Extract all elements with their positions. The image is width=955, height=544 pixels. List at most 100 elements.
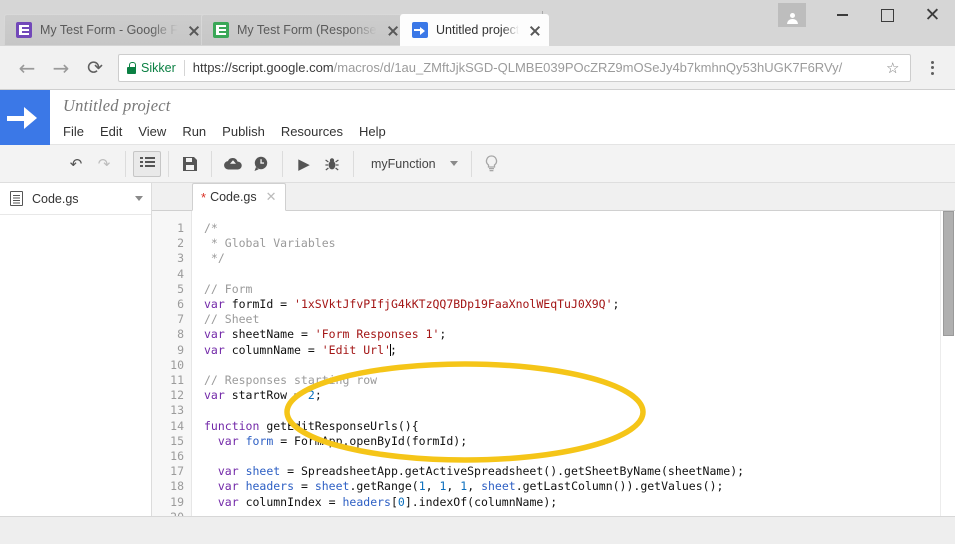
code-token: sheet [314, 479, 350, 494]
line-number: 14 [170, 418, 184, 433]
editor-vertical-scrollbar[interactable] [940, 211, 955, 544]
code-token: ; [439, 327, 447, 342]
code-line: // Responses starting row [204, 373, 955, 388]
reload-icon[interactable]: ⟳ [78, 51, 112, 85]
omnibox-divider [183, 59, 185, 76]
redo-icon[interactable]: ↷ [90, 151, 118, 177]
code-line: var form = FormApp.openById(formId); [204, 434, 955, 449]
apps-script-toolbar: ↶ ↷ ▶ myFunction [0, 145, 955, 183]
unsaved-indicator: * [201, 189, 207, 205]
url-path: /macros/d/1au_ZMftJjkSGD-QLMBE039POcZRZ9… [333, 60, 843, 75]
profile-avatar-icon[interactable] [778, 3, 806, 27]
code-line: var startRow = 2; [204, 388, 955, 403]
apps-script-icon [412, 22, 428, 38]
window-minimize-button[interactable] [820, 0, 865, 30]
chevron-down-icon[interactable] [135, 196, 143, 201]
code-token: '1xSVktJfvPIfjG4kKTzQQ7BDp19FaaXnolWEqTu… [294, 297, 613, 312]
menu-item-edit[interactable]: Edit [100, 122, 131, 141]
browser-tab-1[interactable]: My Test Form (Responses [201, 14, 407, 46]
bookmark-star-icon[interactable]: ☆ [886, 59, 902, 77]
status-strip [0, 516, 955, 544]
code-line: /* [204, 221, 955, 236]
cloud-icon[interactable] [219, 151, 247, 177]
tab-close-icon[interactable] [527, 22, 543, 38]
code-token: = [294, 479, 315, 494]
line-number: 1 [177, 221, 184, 235]
chrome-menu-icon[interactable] [919, 53, 945, 83]
line-number: 7 [177, 312, 184, 327]
browser-tab-2[interactable]: Untitled project [400, 14, 550, 46]
menu-item-help[interactable]: Help [359, 122, 395, 141]
window-controls: ✕ [778, 0, 955, 30]
menu-item-file[interactable]: File [63, 122, 93, 141]
bug-icon[interactable] [318, 151, 346, 177]
window-maximize-button[interactable] [865, 0, 910, 30]
apps-script-page: Untitled project File Edit View Run Publ… [0, 90, 955, 544]
code-token: columnIndex = [238, 494, 343, 509]
page-title[interactable]: Untitled project [63, 96, 402, 116]
sidebar-item-code-gs[interactable]: Code.gs [0, 183, 151, 215]
url-text: https://script.google.com/macros/d/1au_Z… [193, 60, 880, 75]
code-token: var [204, 297, 225, 312]
editor-tab-code-gs[interactable]: * Code.gs ✕ [192, 183, 286, 211]
code-token: 'Edit Url' [321, 342, 391, 357]
code-line: var columnIndex = headers[0].indexOf(col… [204, 495, 955, 510]
browser-tab-title: My Test Form - Google F [40, 23, 178, 37]
close-icon[interactable]: ✕ [266, 190, 277, 205]
browser-tab-0[interactable]: My Test Form - Google F [4, 14, 208, 46]
code-line: // Form [204, 282, 955, 297]
menu-item-resources[interactable]: Resources [281, 122, 352, 141]
tab-close-icon[interactable] [186, 22, 202, 38]
forward-icon[interactable]: → [44, 51, 78, 85]
menu-item-view[interactable]: View [138, 122, 175, 141]
menu-item-publish[interactable]: Publish [222, 122, 274, 141]
code-token: = FormApp.openById(formId); [273, 433, 468, 448]
code-line: * Global Variables [204, 236, 955, 251]
window-close-button[interactable]: ✕ [910, 0, 955, 30]
code-token: */ [204, 251, 225, 266]
code-token: , [425, 479, 440, 494]
line-number: 13 [170, 403, 184, 418]
code-token: // Sheet [204, 312, 260, 327]
indent-icon[interactable] [133, 150, 161, 177]
code-line: var sheetName = 'Form Responses 1'; [204, 327, 955, 342]
code-line: */ [204, 251, 955, 266]
lightbulb-icon[interactable] [479, 151, 505, 177]
line-number: 15 [170, 433, 184, 448]
scrollbar-thumb[interactable] [943, 211, 954, 336]
run-icon[interactable]: ▶ [290, 151, 318, 177]
code-token: startRow = [224, 388, 308, 403]
browser-toolbar: ← → ⟳ Sikker https://script.google.com/m… [0, 46, 955, 90]
undo-redo-group: ↶ ↷ [55, 150, 126, 177]
line-number: 8 [177, 327, 184, 342]
indent-group [126, 150, 169, 177]
clock-icon[interactable] [247, 151, 275, 177]
code-token: getEditResponseUrls(){ [259, 418, 419, 433]
code-token: sheetName = [224, 327, 315, 342]
back-icon[interactable]: ← [10, 51, 44, 85]
address-bar[interactable]: Sikker https://script.google.com/macros/… [118, 53, 911, 82]
line-number: 16 [170, 449, 184, 464]
undo-icon[interactable]: ↶ [62, 151, 90, 177]
code-token: , [467, 479, 482, 494]
save-icon[interactable] [176, 151, 204, 177]
code-token: headers [342, 494, 391, 509]
tab-close-icon[interactable] [385, 22, 401, 38]
code-content[interactable]: /* * Global Variables */ // Form var form… [192, 211, 955, 544]
code-token: var [204, 388, 225, 403]
forms-icon [16, 22, 32, 38]
code-editor[interactable]: 1234567891011121314151617181920 /* * Glo… [152, 211, 955, 544]
line-number: 18 [170, 479, 184, 494]
code-token: function [204, 418, 260, 433]
document-icon [10, 191, 23, 206]
menu-item-run[interactable]: Run [182, 122, 215, 141]
code-token: var [217, 464, 239, 479]
code-token: * Global Variables [204, 236, 336, 251]
function-select[interactable]: myFunction [361, 151, 464, 177]
save-group [169, 150, 212, 177]
